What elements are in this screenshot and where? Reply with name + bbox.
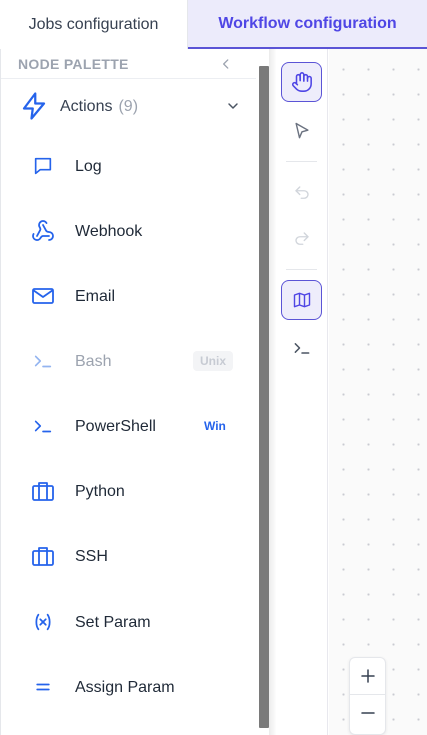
- palette-scrollbar[interactable]: [259, 66, 269, 728]
- redo-icon: [294, 232, 309, 245]
- hand-icon: [291, 72, 312, 92]
- minus-icon: [361, 712, 375, 714]
- collapse-palette-button[interactable]: [217, 55, 235, 73]
- node-log[interactable]: Log: [1, 144, 256, 188]
- os-badge: Unix: [193, 351, 234, 371]
- node-set-param[interactable]: Set Param: [1, 600, 256, 644]
- variable-icon: [31, 610, 55, 634]
- node-label: Webhook: [75, 223, 143, 240]
- terminal-icon: [294, 343, 309, 354]
- palette-title: NODE PALETTE: [18, 55, 129, 72]
- tab-jobs-configuration[interactable]: Jobs configuration: [0, 0, 188, 49]
- canvas-toolbar: [276, 49, 328, 735]
- terminal-icon: [31, 414, 55, 438]
- cursor-icon: [294, 122, 309, 139]
- console-button[interactable]: [281, 328, 322, 368]
- node-label: Email: [75, 288, 116, 305]
- os-badge: Win: [204, 419, 226, 433]
- chevron-left-icon: [223, 59, 229, 69]
- group-actions-label: Actions (9): [60, 98, 138, 116]
- zap-icon: [22, 92, 46, 120]
- tab-jobs-label: Jobs configuration: [28, 15, 159, 33]
- redo-button[interactable]: [281, 219, 322, 259]
- group-name: Actions: [60, 98, 113, 115]
- zoom-in-button[interactable]: [350, 658, 386, 694]
- plus-icon: [361, 669, 375, 683]
- node-label: Bash: [75, 353, 112, 370]
- minimap-toggle-button[interactable]: [281, 280, 322, 320]
- node-python[interactable]: Python: [1, 469, 256, 513]
- tab-bar: Jobs configuration Workflow configuratio…: [0, 0, 427, 49]
- briefcase-icon: [31, 479, 55, 503]
- terminal-icon: [31, 349, 55, 373]
- undo-button[interactable]: [281, 173, 322, 213]
- node-label: PowerShell: [75, 418, 156, 435]
- node-webhook[interactable]: Webhook: [1, 209, 256, 253]
- node-palette: NODE PALETTE Actions (9) Log Webhook Emai…: [0, 49, 277, 735]
- message-square-icon: [31, 154, 55, 178]
- node-ssh[interactable]: SSH: [1, 534, 256, 578]
- workflow-canvas[interactable]: [329, 49, 427, 735]
- map-icon: [293, 292, 310, 308]
- node-email[interactable]: Email: [1, 274, 256, 318]
- undo-icon: [294, 186, 309, 199]
- toolbar-divider: [286, 161, 317, 162]
- zoom-controls: [349, 657, 386, 735]
- select-tool-button[interactable]: [281, 111, 322, 151]
- webhook-icon: [31, 219, 55, 243]
- equals-icon: [31, 675, 55, 699]
- node-label: Assign Param: [75, 679, 175, 696]
- node-bash[interactable]: Bash Unix: [1, 339, 256, 383]
- mail-icon: [31, 284, 55, 308]
- chevron-down-icon: [228, 103, 238, 109]
- tab-workflow-configuration[interactable]: Workflow configuration: [188, 0, 427, 49]
- briefcase-icon: [31, 544, 55, 568]
- node-label: Log: [75, 158, 102, 175]
- zoom-out-button[interactable]: [350, 695, 386, 731]
- hand-tool-button[interactable]: [281, 62, 322, 102]
- group-actions[interactable]: Actions (9): [1, 86, 256, 126]
- toolbar-divider: [286, 269, 317, 270]
- node-label: SSH: [75, 548, 108, 565]
- node-powershell[interactable]: PowerShell Win: [1, 404, 256, 448]
- node-assign-param[interactable]: Assign Param: [1, 665, 256, 709]
- node-label: Set Param: [75, 614, 151, 631]
- tab-workflow-label: Workflow configuration: [218, 14, 397, 32]
- node-label: Python: [75, 483, 125, 500]
- group-count: (9): [118, 98, 139, 115]
- palette-header: NODE PALETTE: [1, 49, 256, 79]
